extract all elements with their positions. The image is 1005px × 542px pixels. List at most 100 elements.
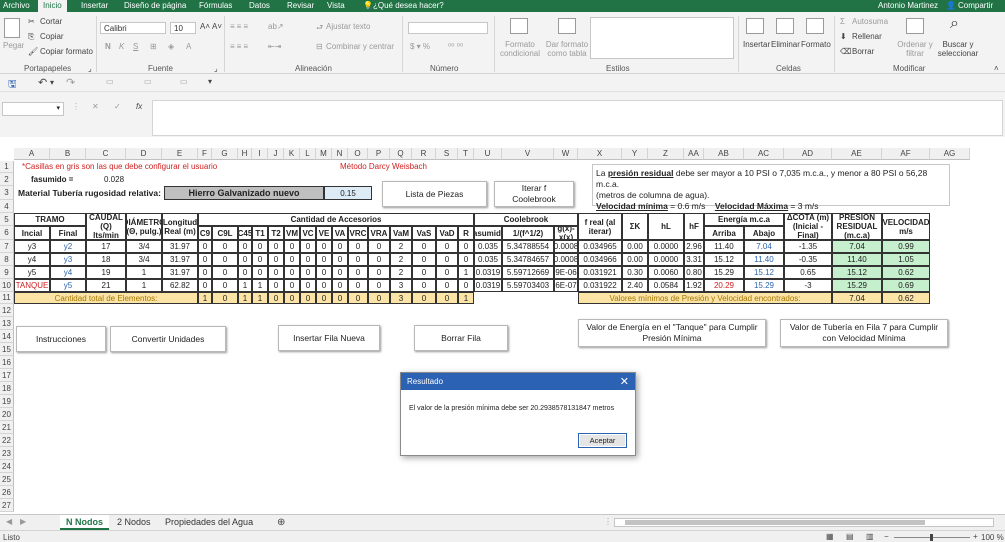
next-sheet-icon[interactable]: ▶ [20, 517, 26, 526]
sort-filter-icon[interactable] [906, 18, 924, 34]
convert-units-button[interactable]: Convertir Unidades [110, 326, 226, 352]
row-header[interactable]: 24 [0, 460, 14, 473]
column-header[interactable]: AG [930, 148, 970, 160]
tell-me-box[interactable]: ¿Qué desea hacer? [373, 1, 444, 10]
column-header[interactable]: E [162, 148, 198, 160]
close-icon[interactable]: ✕ [620, 375, 629, 388]
bold-button[interactable]: N [105, 42, 111, 51]
tab-n-nodos[interactable]: N Nodos [60, 515, 109, 530]
row-header[interactable]: 9 [0, 266, 14, 279]
row-header[interactable]: 27 [0, 499, 14, 512]
redo-icon[interactable]: ↷ [66, 76, 75, 89]
ok-button[interactable]: Aceptar [578, 433, 627, 448]
column-header[interactable]: T [458, 148, 474, 160]
merge-center-button[interactable]: Combinar y centrar [326, 42, 394, 51]
tab-2-nodos[interactable]: 2 Nodos [111, 515, 157, 530]
column-header[interactable]: H [238, 148, 252, 160]
column-header[interactable]: A [14, 148, 50, 160]
table-format-button[interactable]: Dar formato como tabla [544, 40, 590, 58]
row-header[interactable]: 6 [0, 226, 14, 240]
row-header[interactable]: 16 [0, 356, 14, 369]
menu-insert[interactable]: Insertar [81, 1, 108, 10]
tank-energy-button[interactable]: Valor de Energía en el "Tanque" para Cum… [578, 319, 766, 347]
row-header[interactable]: 23 [0, 447, 14, 460]
insert-row-button[interactable]: Insertar Fila Nueva [278, 325, 380, 351]
row-header[interactable]: 2 [0, 173, 14, 186]
row-header[interactable]: 21 [0, 421, 14, 434]
normal-view-icon[interactable]: ▦ [826, 532, 834, 541]
function-icon[interactable]: fx [136, 102, 142, 111]
instructions-button[interactable]: Instrucciones [16, 326, 106, 352]
material-select[interactable]: Hierro Galvanizado nuevo [164, 186, 324, 200]
column-header[interactable]: AA [684, 148, 704, 160]
font-name-select[interactable]: Calibri [100, 22, 166, 34]
delete-row-button[interactable]: Borrar Fila [414, 325, 508, 351]
row-header[interactable]: 14 [0, 330, 14, 343]
column-header[interactable]: V [502, 148, 554, 160]
column-header[interactable]: P [368, 148, 390, 160]
copy-button[interactable]: Copiar [40, 32, 64, 41]
row-header[interactable]: 22 [0, 434, 14, 447]
page-break-icon[interactable]: ▥ [866, 532, 874, 541]
user-name[interactable]: Antonio Martinez [878, 1, 938, 10]
fill-button[interactable]: Rellenar [852, 32, 882, 41]
menu-page-layout[interactable]: Diseño de página [124, 1, 186, 10]
dialog-launcher-icon[interactable]: ⌟ [214, 64, 218, 73]
number-format-select[interactable] [408, 22, 488, 34]
align-left-icons[interactable]: ≡≡≡ [230, 42, 250, 51]
format-cells-button[interactable]: Formato [801, 40, 831, 49]
customize-qat-icon[interactable]: ▾ [208, 77, 212, 86]
column-header[interactable]: Y [622, 148, 648, 160]
share-button[interactable]: Compartir [958, 1, 993, 10]
page-layout-icon[interactable]: ▤ [846, 532, 854, 541]
zoom-level[interactable]: 100 % [981, 533, 1004, 542]
column-header[interactable]: M [316, 148, 332, 160]
zoom-slider[interactable] [894, 534, 970, 541]
iterate-coolebrook-button[interactable]: Iterar f Coolebrook [494, 181, 574, 207]
cancel-entry-icon[interactable]: ✕ [92, 102, 99, 111]
column-header[interactable]: D [126, 148, 162, 160]
conditional-format-icon[interactable] [510, 18, 528, 34]
tab-propiedades-agua[interactable]: Propiedades del Agua [159, 515, 259, 530]
zoom-out-icon[interactable]: − [884, 532, 889, 541]
find-select-button[interactable]: Buscar y seleccionar [936, 40, 980, 58]
row-header[interactable]: 20 [0, 408, 14, 421]
wrap-text-button[interactable]: Ajustar texto [326, 22, 370, 31]
name-box[interactable]: ▾ [2, 102, 64, 116]
currency-icon[interactable]: $ ▾ % [410, 42, 430, 51]
column-header[interactable]: I [252, 148, 268, 160]
styles-gallery[interactable] [590, 17, 734, 59]
shape-icon[interactable]: ▭ [180, 77, 188, 86]
borders-icon[interactable]: ⊞ [150, 42, 157, 51]
column-header[interactable]: AC [744, 148, 784, 160]
sort-filter-button[interactable]: Ordenar y filtrar [896, 40, 934, 58]
italic-button[interactable]: K [119, 42, 124, 51]
pipe-velocity-button[interactable]: Valor de Tubería en Fila 7 para Cumplir … [780, 319, 948, 347]
format-cells-icon[interactable] [806, 18, 824, 34]
row-header[interactable]: 11 [0, 292, 14, 304]
column-header[interactable]: X [578, 148, 622, 160]
copy-format-button[interactable]: Copiar formato [40, 47, 93, 56]
row-header[interactable]: 7 [0, 240, 14, 253]
list-pieces-button[interactable]: Lista de Piezas [382, 181, 487, 207]
column-header[interactable]: C [86, 148, 126, 160]
row-header[interactable]: 4 [0, 200, 14, 213]
column-header[interactable]: R [412, 148, 436, 160]
column-header[interactable]: N [332, 148, 348, 160]
magnifier-icon[interactable]: ⌕ [950, 15, 959, 33]
row-header[interactable]: 5 [0, 213, 14, 226]
row-header[interactable]: 13 [0, 317, 14, 330]
menu-home[interactable]: Inicio [38, 0, 67, 12]
conditional-format-button[interactable]: Formato condicional [499, 40, 541, 58]
menu-formulas[interactable]: Fórmulas [199, 1, 232, 10]
row-header[interactable]: 12 [0, 304, 14, 317]
table-format-icon[interactable] [558, 18, 576, 34]
collapse-ribbon-icon[interactable]: ˄ [994, 64, 999, 73]
column-header[interactable]: AD [784, 148, 832, 160]
row-header[interactable]: 17 [0, 369, 14, 382]
row-header[interactable]: 10 [0, 279, 14, 292]
column-header[interactable]: G [212, 148, 238, 160]
paste-button[interactable]: Pegar [3, 41, 24, 50]
delete-cells-icon[interactable] [776, 18, 794, 34]
column-header[interactable]: Q [390, 148, 412, 160]
